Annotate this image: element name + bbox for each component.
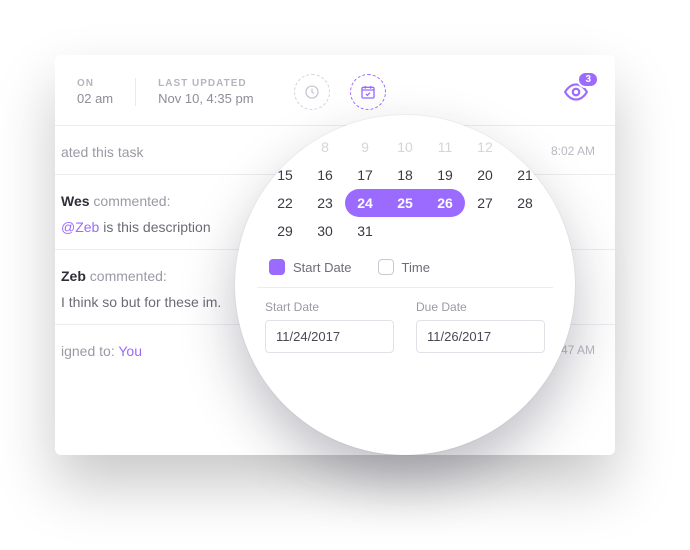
due-date-input[interactable]: 11/26/2017 [416,320,545,353]
created-on-label: ON [77,78,113,89]
comment-verb: commented: [86,268,167,284]
calendar-day[interactable]: 23 [305,189,345,217]
picker-options: Start Date Time [269,259,545,275]
assigned-lead: igned to: [61,343,118,359]
calendar-day[interactable]: 9 [345,133,385,161]
clock-icon[interactable] [294,74,330,110]
calendar-day[interactable]: 31 [345,217,385,245]
calendar-day[interactable]: 30 [305,217,345,245]
comment-verb: commented: [90,193,171,209]
calendar-day[interactable]: 18 [385,161,425,189]
due-date-label: Due Date [416,300,545,314]
date-fields: Start Date 11/24/2017 Due Date 11/26/201… [265,300,545,353]
activity-created-text: ated this task [61,144,144,160]
user-mention[interactable]: @Zeb [61,219,99,235]
calendar-day[interactable]: 17 [345,161,385,189]
comment-body: is this description [99,219,210,235]
watchers-count-badge: 3 [577,71,599,88]
comment-body: I think so but for these im. [61,294,221,310]
assigned-user[interactable]: You [118,343,142,359]
task-header: ON 02 am LAST UPDATED Nov 10, 4:35 pm 3 [55,55,615,126]
start-date-label: Start Date [265,300,394,314]
comment-author: Wes [61,193,90,209]
last-updated-label: LAST UPDATED [158,78,253,89]
created-on-value: 02 am [77,91,113,106]
start-date-input[interactable]: 11/24/2017 [265,320,394,353]
time-toggle[interactable]: Time [378,259,430,275]
calendar-day[interactable]: 11 [425,133,465,161]
calendar-day[interactable]: 29 [265,217,305,245]
calendar-day[interactable]: 28 [505,189,545,217]
last-updated-value: Nov 10, 4:35 pm [158,91,253,106]
divider [257,287,553,288]
calendar-grid: 8 9 10 11 12 13 15 16 17 18 19 20 21 22 … [265,133,545,245]
calendar-day[interactable]: 22 [265,189,305,217]
created-on-meta: ON 02 am [55,78,136,106]
checkbox-unchecked-icon [378,259,394,275]
header-icons [294,74,386,110]
calendar-day-in-range[interactable]: 25 [385,189,425,217]
watchers-button[interactable]: 3 [557,73,595,111]
calendar-day[interactable]: 19 [425,161,465,189]
calendar-day-start[interactable]: 24 [345,189,385,217]
start-date-toggle-label: Start Date [293,260,352,275]
start-date-toggle[interactable]: Start Date [269,259,352,275]
checkbox-checked-icon [269,259,285,275]
time-toggle-label: Time [402,260,430,275]
calendar-day[interactable]: 16 [305,161,345,189]
comment-author: Zeb [61,268,86,284]
last-updated-meta: LAST UPDATED Nov 10, 4:35 pm [136,78,275,106]
calendar-day-end[interactable]: 26 [425,189,465,217]
calendar-day[interactable]: 27 [465,189,505,217]
calendar-icon[interactable] [350,74,386,110]
activity-created-time: 8:02 AM [551,144,595,158]
calendar-day[interactable]: 20 [465,161,505,189]
calendar-day[interactable]: 10 [385,133,425,161]
date-picker-popover: 8 9 10 11 12 13 15 16 17 18 19 20 21 22 … [235,115,575,455]
